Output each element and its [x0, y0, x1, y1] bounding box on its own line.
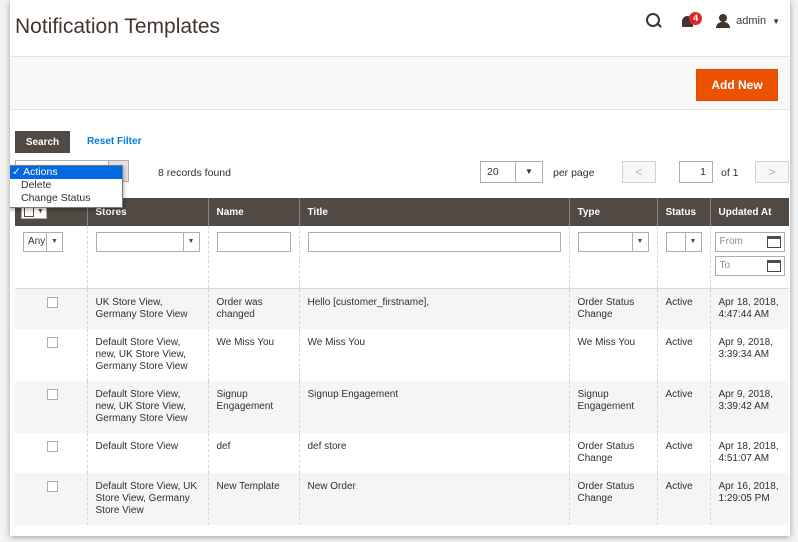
column-header-name[interactable]: Name: [207, 198, 299, 226]
cell-stores: Default Store View, new, UK Store View, …: [86, 329, 208, 381]
filter-date-from[interactable]: From: [714, 232, 785, 252]
cell-type: Order Status Change: [568, 473, 657, 525]
row-checkbox[interactable]: [47, 297, 58, 308]
cell-status: Active: [656, 288, 710, 329]
previous-page-button[interactable]: <: [622, 161, 656, 183]
cell-name: def: [207, 433, 299, 473]
cell-type: We Miss You: [568, 329, 657, 381]
mass-action-option-delete[interactable]: Delete: [10, 179, 122, 192]
cell-title: We Miss You: [298, 329, 569, 381]
cell-stores: Default Store View, new, UK Store View, …: [86, 381, 208, 433]
row-checkbox[interactable]: [47, 337, 58, 348]
mass-actions-dropdown: ✓ Actions Delete Change Status: [10, 165, 123, 208]
row-checkbox[interactable]: [47, 441, 58, 452]
per-page-input[interactable]: 20: [480, 161, 516, 183]
calendar-icon[interactable]: [767, 236, 781, 248]
cell-stores: Default Store View: [86, 433, 208, 473]
filter-status-select[interactable]: ▼: [665, 232, 702, 252]
cell-title: New Order: [298, 473, 569, 525]
cell-updated: Apr 9, 2018, 3:39:42 AM: [709, 381, 789, 433]
reset-filter-link[interactable]: Reset Filter: [87, 136, 141, 147]
mass-action-option-change-status[interactable]: Change Status: [10, 192, 122, 205]
user-icon: [716, 14, 731, 28]
column-header-type[interactable]: Type: [568, 198, 657, 226]
cell-updated: Apr 16, 2018, 1:29:05 PM: [709, 473, 789, 525]
calendar-icon[interactable]: [767, 260, 781, 272]
admin-panel: Notification Templates 4 admin ▼ Add New…: [10, 0, 790, 536]
cell-status: Active: [656, 381, 710, 433]
page-header: Notification Templates 4 admin ▼: [10, 0, 790, 56]
notifications-bell[interactable]: 4: [680, 12, 703, 30]
row-checkbox[interactable]: [47, 389, 58, 400]
cell-stores: Default Store View, UK Store View, Germa…: [86, 473, 208, 525]
cell-type: Signup Engagement: [568, 381, 657, 433]
table-row[interactable]: Default Store View, UK Store View, Germa…: [15, 473, 789, 525]
notification-count-badge: 4: [689, 12, 703, 25]
header-actions: 4 admin ▼: [646, 12, 780, 30]
cell-type: Order Status Change: [568, 433, 657, 473]
cell-updated: Apr 18, 2018, 4:51:07 AM: [709, 433, 789, 473]
table-row[interactable]: Default Store View, new, UK Store View, …: [15, 329, 789, 381]
table-row[interactable]: UK Store View, Germany Store View Order w…: [15, 288, 789, 329]
templates-grid: ▼ Stores Name Title Type Status Updated …: [15, 198, 789, 525]
mass-action-option-actions[interactable]: ✓ Actions: [10, 166, 122, 179]
filter-name-input[interactable]: [216, 232, 291, 252]
cell-name: New Template: [207, 473, 299, 525]
filter-any-select[interactable]: Any ▼: [23, 232, 63, 252]
cell-status: Active: [656, 473, 710, 525]
table-row[interactable]: Default Store View def def store Order Stat…: [15, 433, 789, 473]
cell-title: Signup Engagement: [298, 381, 569, 433]
cell-name: Signup Engagement: [207, 381, 299, 433]
cell-title: Hello [customer_firstname],: [298, 288, 569, 329]
filter-title-input[interactable]: [307, 232, 561, 252]
search-icon[interactable]: [646, 13, 662, 29]
column-header-updated-at[interactable]: Updated At: [709, 198, 789, 226]
row-checkbox[interactable]: [47, 481, 58, 492]
page-actions-bar: Add New: [10, 56, 790, 110]
add-new-button[interactable]: Add New: [696, 69, 778, 101]
caret-down-icon: ▼: [772, 16, 780, 26]
cell-updated: Apr 18, 2018, 4:47:44 AM: [709, 288, 789, 329]
column-header-status[interactable]: Status: [656, 198, 710, 226]
cell-status: Active: [656, 433, 710, 473]
cell-stores: UK Store View, Germany Store View: [86, 288, 208, 329]
admin-username: admin: [736, 15, 767, 27]
records-count: 8 records found: [158, 167, 231, 179]
table-row[interactable]: Default Store View, new, UK Store View, …: [15, 381, 789, 433]
cell-status: Active: [656, 329, 710, 381]
column-header-title[interactable]: Title: [298, 198, 569, 226]
page-title: Notification Templates: [15, 15, 221, 38]
filter-stores-select[interactable]: ▼: [95, 232, 200, 252]
per-page-dropdown-button[interactable]: ▼: [516, 161, 543, 183]
per-page-label: per page: [553, 167, 595, 179]
admin-user-menu[interactable]: admin ▼: [716, 14, 780, 28]
cell-updated: Apr 9, 2018, 3:39:34 AM: [709, 329, 789, 381]
grid-header-row: ▼ Stores Name Title Type Status Updated …: [15, 198, 789, 226]
filter-date-to[interactable]: To: [714, 256, 785, 276]
cell-title: def store: [298, 433, 569, 473]
cell-type: Order Status Change: [568, 288, 657, 329]
caret-down-icon: ▼: [37, 208, 44, 216]
cell-name: We Miss You: [207, 329, 299, 381]
page-total-label: of 1: [721, 167, 739, 179]
filter-type-select[interactable]: ▼: [577, 232, 649, 252]
cell-name: Order was changed: [207, 288, 299, 329]
current-page-input[interactable]: 1: [679, 161, 713, 183]
filter-row: Any ▼ ▼ ▼ ▼ From To: [15, 226, 789, 289]
search-button[interactable]: Search: [15, 131, 70, 153]
next-page-button[interactable]: >: [755, 161, 789, 183]
